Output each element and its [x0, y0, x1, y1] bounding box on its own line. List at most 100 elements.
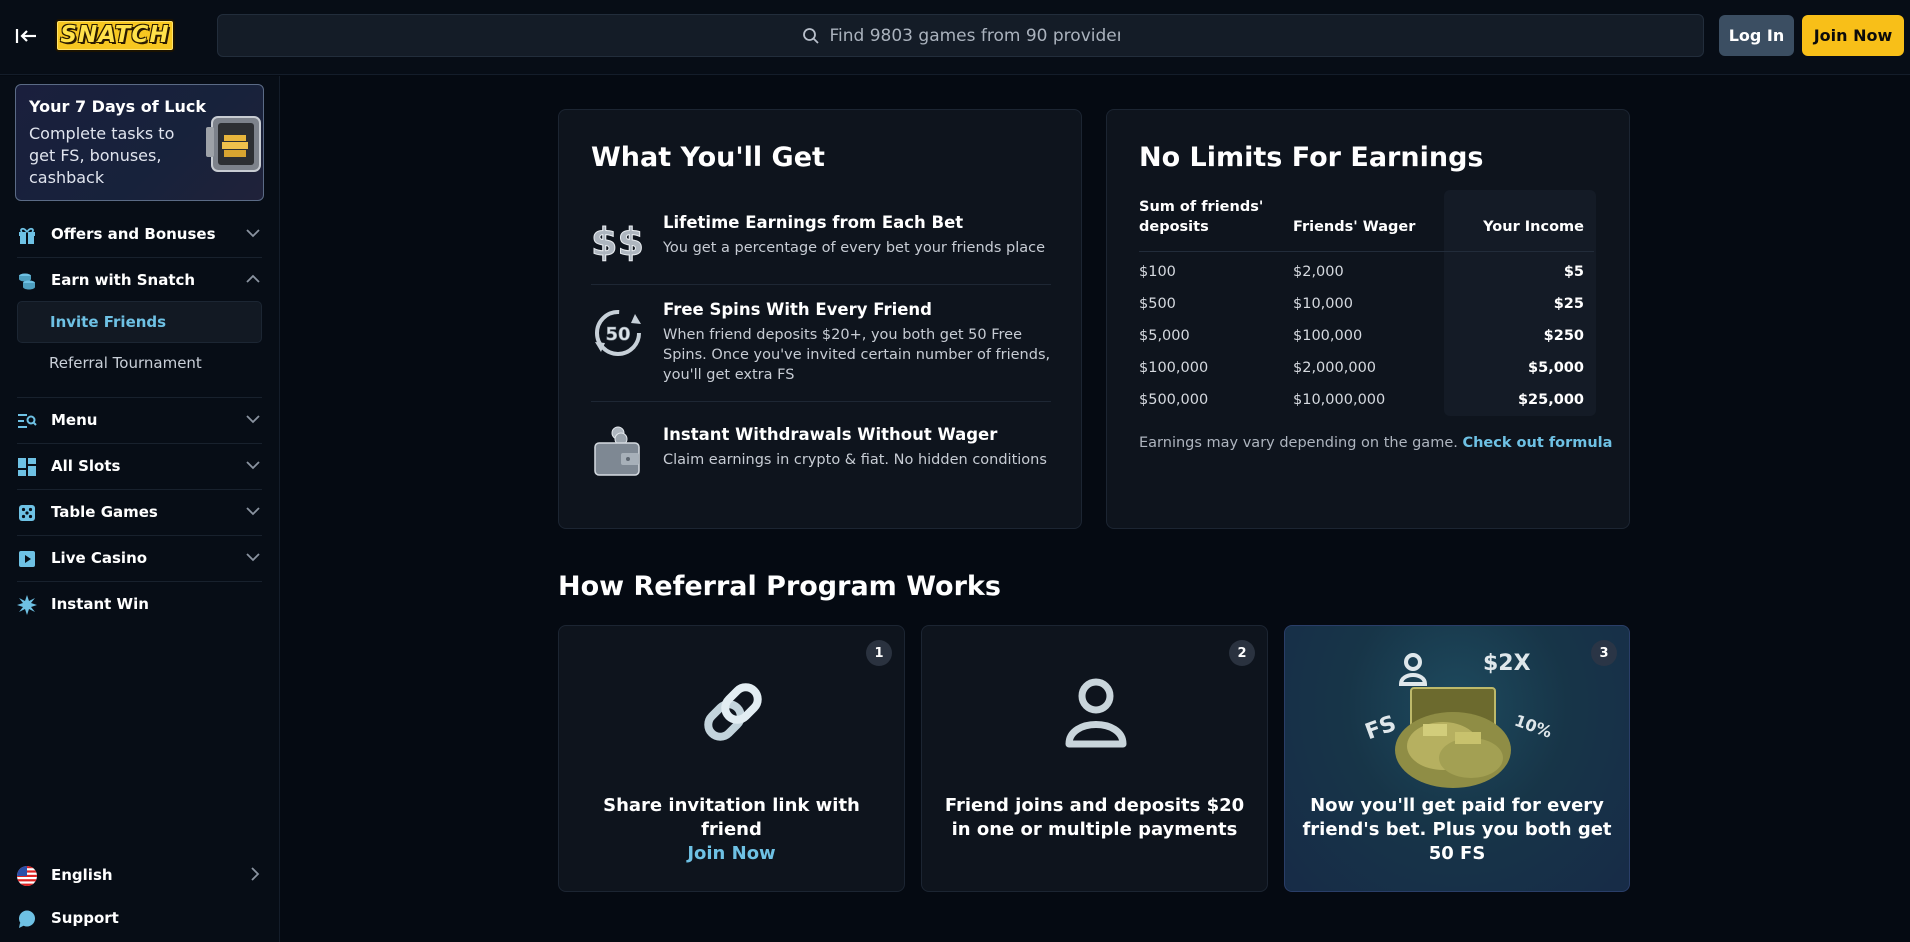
- sidebar-item-label: Live Casino: [51, 549, 148, 567]
- step-number: 2: [1229, 640, 1255, 666]
- table-cell-wager: $2,000,000: [1293, 360, 1377, 376]
- feature-title: Lifetime Earnings from Each Bet: [663, 213, 964, 232]
- table-cell-deposits: $500,000: [1139, 392, 1209, 408]
- step-number: 1: [866, 640, 892, 666]
- step-card-2: 2 Friend joins and deposits $20 in one o…: [921, 625, 1268, 892]
- step-text: Share invitation link with friend Join N…: [571, 794, 892, 866]
- chevron-right-icon[interactable]: [250, 867, 260, 881]
- svg-text:50: 50: [605, 324, 630, 345]
- login-button[interactable]: Log In: [1719, 15, 1794, 56]
- what-you-get-title: What You'll Get: [591, 142, 825, 173]
- sidebar-item-label: Offers and Bonuses: [51, 225, 216, 243]
- divider: [591, 284, 1051, 285]
- search-input[interactable]: [829, 25, 1120, 46]
- safe-icon: [206, 116, 261, 172]
- sidebar-subitem-invite-friends[interactable]: Invite Friends: [17, 301, 262, 343]
- feature-title: Free Spins With Every Friend: [663, 300, 932, 319]
- collapse-sidebar-icon[interactable]: [14, 24, 40, 48]
- sidebar-item-earn-with-snatch[interactable]: Earn with Snatch: [0, 258, 279, 303]
- svg-text:$$$: $$$: [591, 220, 645, 264]
- logo-text: SNATCH: [60, 22, 170, 48]
- step-number: 3: [1591, 640, 1617, 666]
- grid-icon: [18, 458, 36, 476]
- chevron-down-icon[interactable]: [246, 506, 260, 516]
- wallet-icon: [594, 426, 640, 476]
- step-text-main: Share invitation link with friend: [603, 795, 860, 840]
- sidebar-item-live-casino[interactable]: Live Casino: [0, 536, 279, 581]
- sidebar-subitem-label: Invite Friends: [50, 313, 167, 331]
- table-cell-wager: $2,000: [1293, 264, 1344, 280]
- table-header-divider: [1139, 251, 1594, 252]
- chevron-down-icon[interactable]: [246, 552, 260, 562]
- feature-description: Claim earnings in crypto & fiat. No hidd…: [663, 452, 1047, 468]
- sidebar-item-menu[interactable]: Menu: [0, 398, 279, 443]
- sidebar-item-table-games[interactable]: Table Games: [0, 490, 279, 535]
- play-icon: [19, 551, 35, 567]
- search-icon: [802, 27, 819, 44]
- link-icon: [704, 683, 762, 741]
- table-cell-deposits: $500: [1139, 296, 1176, 312]
- sidebar-item-all-slots[interactable]: All Slots: [0, 444, 279, 489]
- table-cell-income: $5: [1563, 264, 1584, 280]
- chevron-down-icon[interactable]: [246, 228, 260, 238]
- svg-text:FS: FS: [1363, 711, 1400, 745]
- next-section-title-cutoff: [558, 930, 788, 942]
- chat-bubble-icon: [19, 910, 35, 928]
- join-now-link[interactable]: Join Now: [687, 843, 775, 864]
- sidebar-item-instant-win[interactable]: Instant Win: [0, 582, 279, 627]
- table-cell-income: $25,000: [1517, 392, 1584, 408]
- chevron-down-icon[interactable]: [246, 460, 260, 470]
- step-text: Friend joins and deposits $20 in one or …: [944, 795, 1245, 840]
- free-spins-50-icon: 50: [595, 310, 641, 356]
- table-cell-deposits: $100: [1139, 264, 1176, 280]
- sidebar-item-label: Menu: [51, 411, 98, 429]
- header-deposits: Sum of friends' deposits: [1139, 199, 1264, 235]
- svg-text:$2X: $2X: [1483, 651, 1531, 676]
- dollar-signs-icon: $$$: [591, 220, 645, 265]
- step-card-3: 3 $2X FS 10% Now you'll get paid for eve…: [1284, 625, 1630, 892]
- feature-free-spins: 50 Free Spins With Every Friend When fri…: [591, 300, 1051, 383]
- divider: [591, 401, 1051, 402]
- sidebar-item-label: All Slots: [51, 457, 121, 475]
- chevron-up-icon[interactable]: [246, 274, 260, 284]
- table-cell-income: $25: [1553, 296, 1584, 312]
- snatch-logo[interactable]: SNATCH: [55, 19, 175, 52]
- table-cell-deposits: $5,000: [1139, 328, 1190, 344]
- earnings-note-text: Earnings may vary depending on the game.: [1139, 435, 1458, 451]
- table-cell-income: $250: [1543, 328, 1584, 344]
- no-limits-title: No Limits For Earnings: [1139, 142, 1484, 173]
- seven-days-promo-card[interactable]: Your 7 Days of Luck Complete tasks to ge…: [15, 84, 264, 201]
- sidebar-subitem-referral-tournament[interactable]: Referral Tournament: [49, 354, 202, 372]
- gift-icon: [19, 227, 35, 244]
- header-wager: Friends' Wager: [1293, 219, 1416, 235]
- feature-description: You get a percentage of every bet your f…: [663, 240, 1046, 256]
- user-icon: [1065, 678, 1127, 748]
- sidebar-item-label: Instant Win: [51, 595, 149, 613]
- promo-description: Complete tasks to get FS, bonuses, cashb…: [29, 124, 175, 187]
- sidebar-item-offers-and-bonuses[interactable]: Offers and Bonuses: [0, 212, 279, 257]
- support-label: Support: [51, 909, 119, 927]
- chevron-down-icon[interactable]: [246, 414, 260, 424]
- feature-title: Instant Withdrawals Without Wager: [663, 425, 998, 444]
- no-limits-card: No Limits For Earnings Sum of friends' d…: [1106, 109, 1630, 529]
- table-cell-wager: $10,000,000: [1293, 392, 1386, 408]
- language-label: English: [51, 866, 113, 884]
- step-text: Now you'll get paid for every friend's b…: [1302, 795, 1612, 864]
- coins-icon: [19, 273, 35, 290]
- header-income: Your Income: [1483, 219, 1584, 235]
- dice-icon: [19, 505, 35, 521]
- step-card-1: 1 Share invitation link with friend Join…: [558, 625, 905, 892]
- what-you-get-card: What You'll Get $$$ Lifetime Earnings fr…: [558, 109, 1082, 529]
- language-selector[interactable]: English: [0, 853, 279, 898]
- check-formula-link[interactable]: Check out formula: [1462, 435, 1612, 451]
- support-link[interactable]: Support: [0, 896, 279, 941]
- sidebar-item-label: Table Games: [51, 503, 158, 521]
- how-it-works-title: How Referral Program Works: [558, 571, 1001, 602]
- svg-text:10%: 10%: [1512, 711, 1553, 742]
- menu-search-icon: [18, 414, 37, 428]
- search-bar[interactable]: [217, 14, 1704, 57]
- table-cell-income: $5,000: [1528, 360, 1584, 376]
- table-cell-deposits: $100,000: [1139, 360, 1209, 376]
- join-now-button[interactable]: Join Now: [1802, 15, 1904, 56]
- table-cell-wager: $10,000: [1293, 296, 1353, 312]
